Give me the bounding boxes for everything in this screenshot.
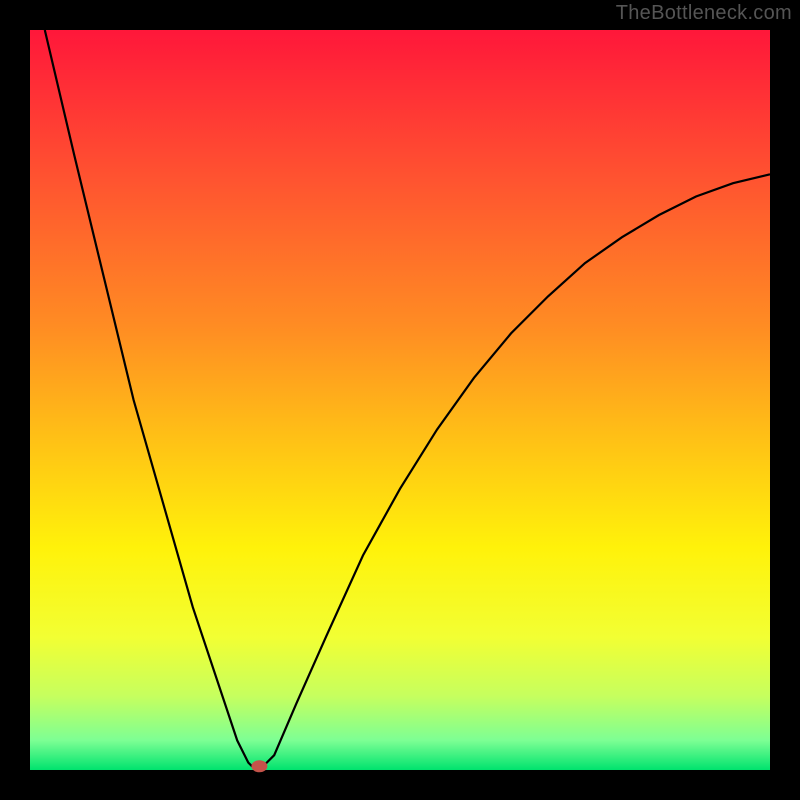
bottleneck-chart [0,0,800,800]
plot-background [30,30,770,770]
chart-frame: { "watermark": "TheBottleneck.com", "cha… [0,0,800,800]
minimum-marker [251,760,267,772]
